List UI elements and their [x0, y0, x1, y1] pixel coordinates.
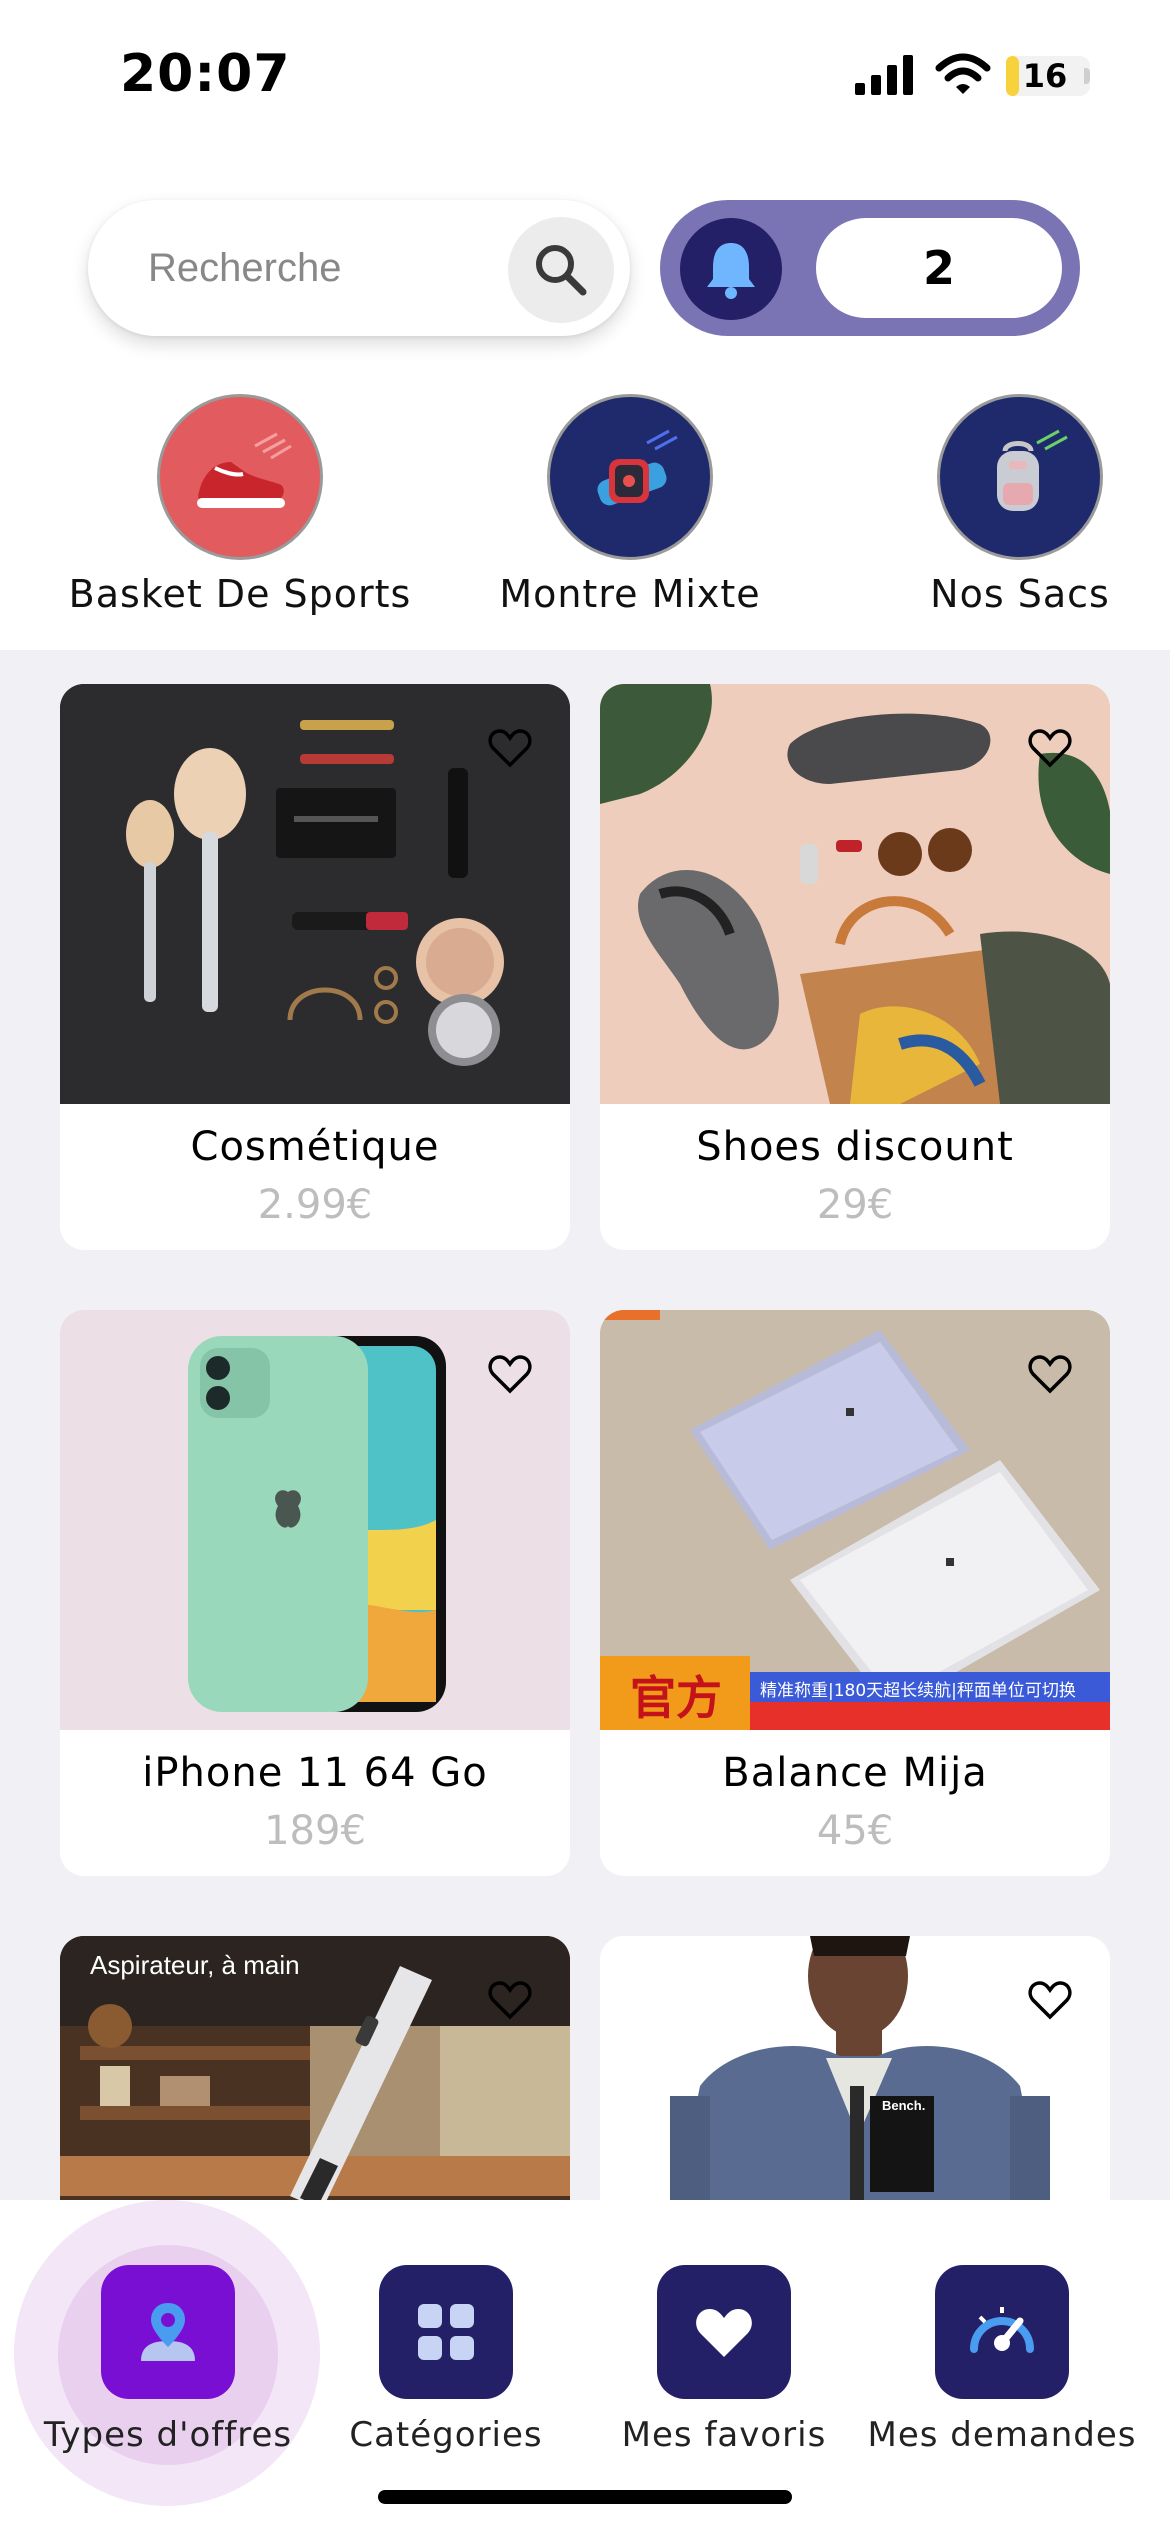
story-label: Basket De Sports — [68, 572, 412, 616]
product-image: Aspirateur, à main — [60, 1936, 570, 2200]
nav-demandes[interactable]: Mes demandes — [862, 2265, 1142, 2465]
search-icon — [536, 245, 587, 296]
nav-categories-button[interactable] — [379, 2265, 513, 2399]
product-card-aspirateur[interactable]: Aspirateur, à main — [60, 1936, 570, 2200]
product-title: Shoes discount — [696, 1124, 1014, 1170]
battery-indicator: 16 — [1006, 56, 1090, 96]
smartwatch-icon — [597, 429, 678, 506]
sneaker-icon — [197, 432, 292, 508]
product-title: Balance Mija — [722, 1750, 988, 1796]
product-image — [60, 684, 570, 1104]
product-card-cosmetique[interactable]: Cosmétique 2.99€ — [60, 684, 570, 1250]
home-indicator — [378, 2490, 792, 2504]
heart-icon — [696, 2309, 752, 2357]
product-image — [60, 1310, 570, 1730]
product-price: 29€ — [816, 1182, 894, 1228]
product-title: Cosmétique — [190, 1124, 440, 1170]
product-card-veste[interactable]: Bench. — [600, 1936, 1110, 2200]
nav-favoris-button[interactable] — [657, 2265, 791, 2399]
product-price: 45€ — [816, 1808, 894, 1854]
product-image: Bench. — [600, 1936, 1110, 2200]
image-caption: Aspirateur, à main — [90, 1950, 300, 1980]
nav-demandes-button[interactable] — [935, 2265, 1069, 2399]
nav-types-offres[interactable]: Types d'offres — [28, 2265, 308, 2465]
favorite-heart-icon[interactable] — [488, 1980, 532, 2020]
notification-bell — [680, 218, 782, 320]
jacket-photo — [600, 1936, 1110, 2200]
nav-favoris[interactable]: Mes favoris — [584, 2265, 864, 2465]
status-time: 20:07 — [120, 44, 291, 104]
story-avatar — [937, 394, 1103, 560]
product-card-shoes-discount[interactable]: Shoes discount 29€ — [600, 684, 1110, 1250]
product-title: iPhone 11 64 Go — [142, 1750, 488, 1796]
gauge-icon — [970, 2307, 1034, 2353]
product-price: 189€ — [264, 1808, 366, 1854]
product-card-balance-mija[interactable]: 官方 精准称重|180天超长续航|秤面单位可切换 Balance Mija 45… — [600, 1310, 1110, 1876]
favorite-heart-icon[interactable] — [1028, 1354, 1072, 1394]
story-avatar — [157, 394, 323, 560]
story-label: Nos Sacs — [930, 572, 1110, 616]
favorite-heart-icon[interactable] — [488, 1354, 532, 1394]
backpack-icon — [997, 429, 1068, 511]
battery-percent: 16 — [1022, 57, 1068, 95]
status-bar: 20:07 16 — [0, 0, 1170, 150]
nav-label: Mes demandes — [867, 2415, 1137, 2455]
product-price: 2.99€ — [257, 1182, 373, 1228]
product-image — [600, 684, 1110, 1104]
nav-categories[interactable]: Catégories — [306, 2265, 586, 2465]
scale-banner-badge: 官方 — [630, 1671, 722, 1725]
nav-label: Catégories — [349, 2415, 543, 2455]
story-basket-de-sports[interactable]: Basket De Sports — [60, 394, 420, 634]
nav-label: Types d'offres — [43, 2415, 293, 2455]
story-montre-mixte[interactable]: Montre Mixte — [450, 394, 810, 634]
search-bar — [88, 200, 630, 336]
wifi-icon — [935, 53, 991, 94]
favorite-heart-icon[interactable] — [1028, 1980, 1072, 2020]
bell-icon — [707, 243, 755, 299]
battery-cap — [1084, 68, 1090, 84]
story-avatar — [547, 394, 713, 560]
cellular-signal-icon — [855, 55, 913, 95]
search-button[interactable] — [508, 217, 614, 323]
jacket-brand-label: Bench. — [882, 2098, 926, 2113]
nav-types-offres-button[interactable] — [101, 2265, 235, 2399]
grid-icon — [418, 2304, 474, 2360]
scale-banner-tagline: 精准称重|180天超长续航|秤面单位可切换 — [760, 1681, 1076, 1701]
map-pin-person-icon — [141, 2303, 195, 2361]
notification-count: 2 — [816, 218, 1062, 318]
app-screen: 20:07 16 Recherche 2 Basket De Sports Mo… — [0, 0, 1170, 2532]
bottom-navigation: Types d'offres Catégories Mes favoris Me… — [0, 2200, 1170, 2532]
favorite-heart-icon[interactable] — [488, 728, 532, 768]
product-card-iphone[interactable]: iPhone 11 64 Go 189€ — [60, 1310, 570, 1876]
nav-label: Mes favoris — [621, 2415, 827, 2455]
favorite-heart-icon[interactable] — [1028, 728, 1072, 768]
story-label: Montre Mixte — [499, 572, 761, 616]
search-input[interactable] — [148, 228, 528, 308]
story-nos-sacs[interactable]: Nos Sacs — [840, 394, 1170, 634]
notifications-button[interactable]: 2 — [660, 200, 1080, 336]
product-image: 官方 精准称重|180天超长续航|秤面单位可切换 — [600, 1310, 1110, 1730]
product-grid: Cosmétique 2.99€ Shoes discount 29€ iPho… — [0, 650, 1170, 2200]
